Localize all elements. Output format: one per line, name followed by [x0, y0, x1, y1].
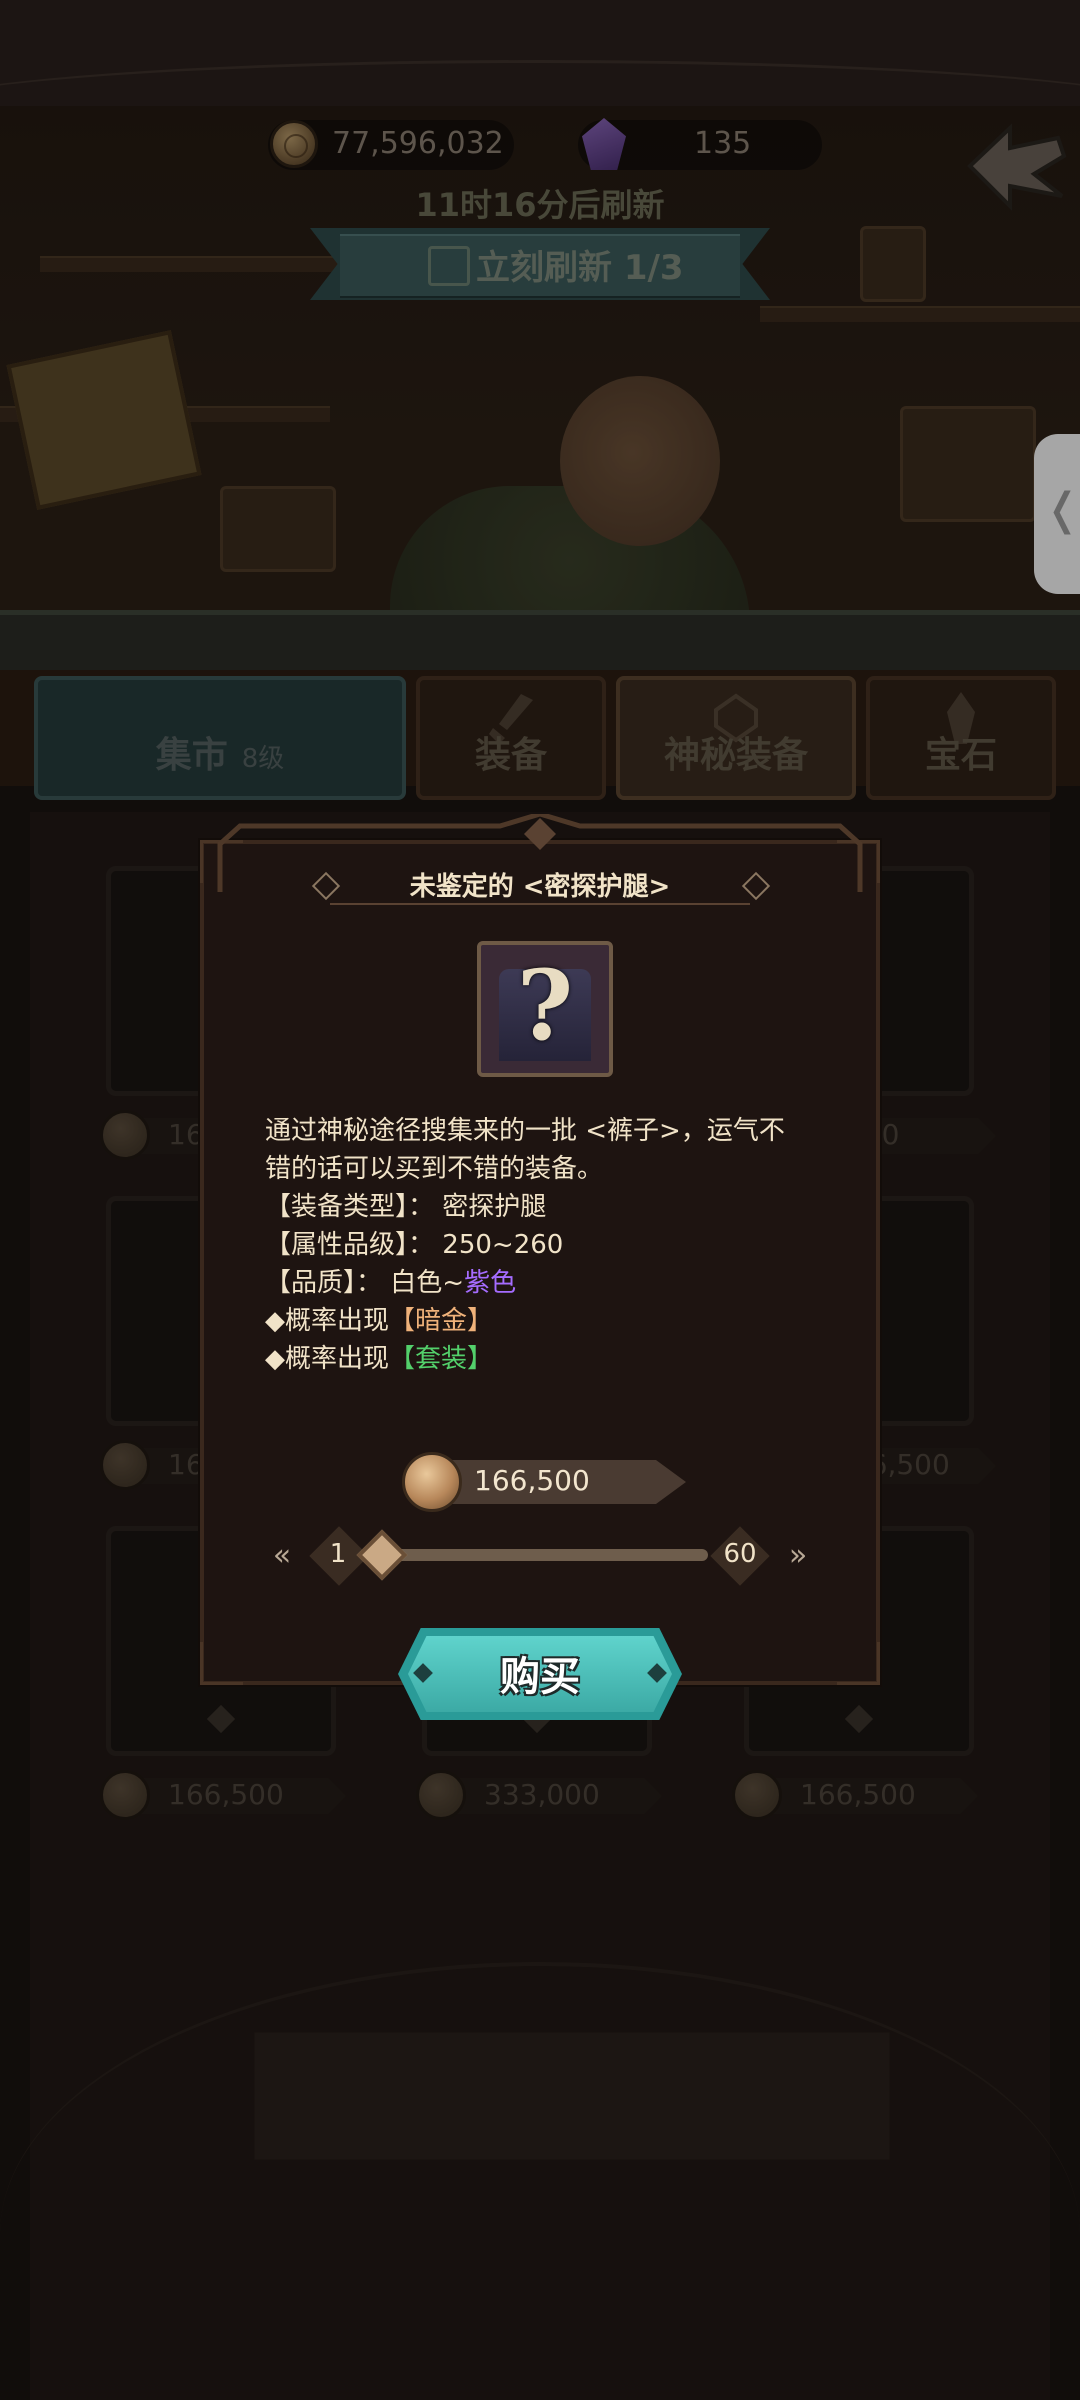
decrease-arrow-icon[interactable]: « [260, 1539, 304, 1573]
question-mark-icon: ? [516, 949, 574, 1062]
unknown-item-icon: ? [477, 941, 613, 1077]
attr-level-row: 【属性品级】： 250~260 [265, 1230, 564, 1260]
quantity-slider: « 1 60 » [260, 1525, 820, 1586]
quality-row: 【品质】： 白色~紫色 [265, 1268, 517, 1298]
buy-button[interactable]: 购买 [398, 1628, 682, 1720]
desc-line: 错的话可以买到不错的装备。 [265, 1154, 604, 1184]
frame-corner [200, 1642, 243, 1685]
quantity-min: 1 [329, 1539, 347, 1569]
title-divider [330, 903, 750, 905]
quantity-max: 60 [723, 1539, 757, 1569]
item-description: 通过神秘途径搜集来的一批 <裤子>，运气不 错的话可以买到不错的装备。 【装备类… [265, 1112, 815, 1378]
slider-knob[interactable] [356, 1529, 408, 1581]
frame-corner [837, 1642, 880, 1685]
buy-button-label: 购买 [500, 1654, 580, 1700]
total-price-value: 166,500 [474, 1464, 590, 1497]
coin-icon [402, 1452, 462, 1512]
dialog-title: 未鉴定的 <密探护腿> [409, 872, 671, 902]
slider-track[interactable] [388, 1549, 708, 1561]
increase-arrow-icon[interactable]: » [776, 1539, 820, 1573]
desc-line: 通过神秘途径搜集来的一批 <裤子>，运气不 [265, 1116, 785, 1146]
chance-set-row: ◆概率出现【套装】 [265, 1344, 494, 1374]
total-price: 166,500 [402, 1452, 692, 1512]
equip-type-row: 【装备类型】： 密探护腿 [265, 1192, 547, 1222]
chance-dark-gold-row: ◆概率出现【暗金】 [265, 1306, 494, 1336]
